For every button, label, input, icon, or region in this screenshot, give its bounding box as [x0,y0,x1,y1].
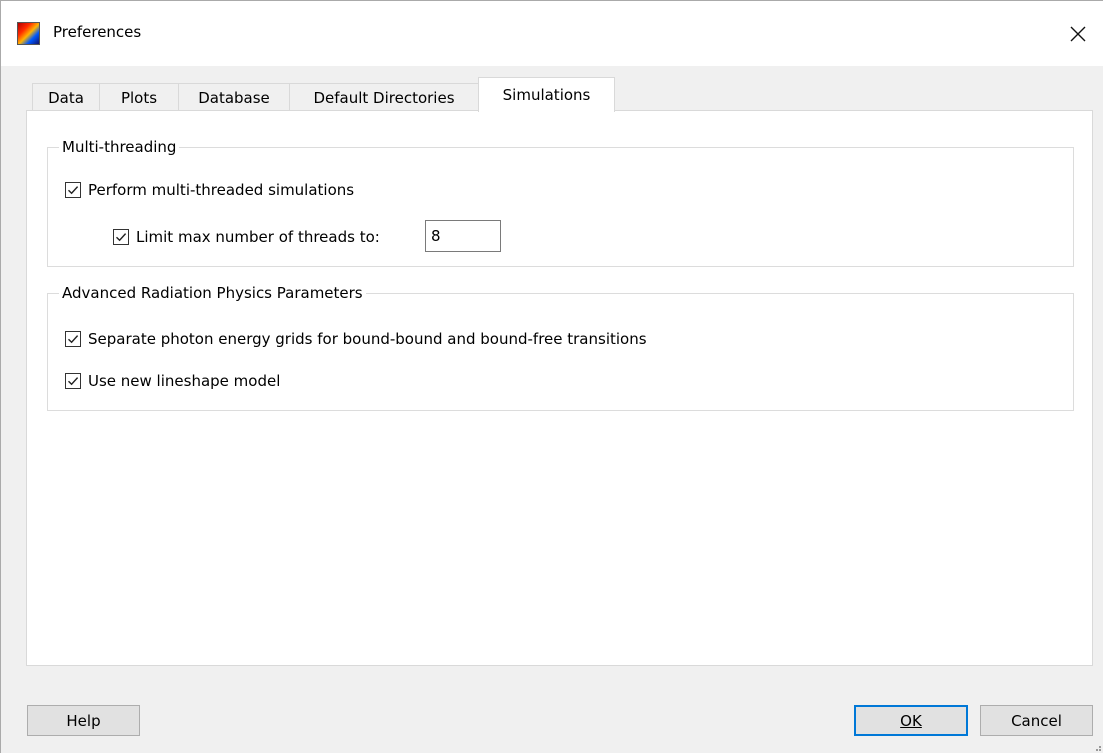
checkmark-icon [68,186,79,195]
checkmark-icon [68,335,79,344]
title-bar: Preferences [1,1,1103,66]
new-lineshape-label: Use new lineshape model [88,372,281,390]
limit-threads-label: Limit max number of threads to: [136,228,380,246]
separate-energy-grids-option[interactable]: Separate photon energy grids for bound-b… [65,330,647,348]
help-button[interactable]: Help [27,705,140,736]
close-icon [1070,26,1086,41]
tab-database[interactable]: Database [178,83,290,111]
window-title: Preferences [53,23,142,41]
simulations-panel: Multi-threading Perform multi-threaded s… [26,110,1093,666]
multithreading-group-title: Multi-threading [59,137,180,157]
perform-multithreaded-option[interactable]: Perform multi-threaded simulations [65,181,354,199]
new-lineshape-option[interactable]: Use new lineshape model [65,372,280,390]
perform-multithreaded-checkbox[interactable] [65,182,81,198]
preferences-dialog: Preferences Data Plots Database Default … [0,0,1103,753]
limit-threads-checkbox[interactable] [113,229,129,245]
checkmark-icon [116,233,127,242]
resize-grip-icon[interactable] [1091,741,1101,751]
cancel-button-label: Cancel [1011,711,1062,730]
ok-button-label: OK [900,711,922,730]
separate-energy-grids-checkbox[interactable] [65,331,81,347]
checkmark-icon [68,377,79,386]
tab-data[interactable]: Data [32,83,100,111]
app-icon [17,22,40,45]
multithreading-group: Multi-threading Perform multi-threaded s… [47,137,1074,267]
limit-threads-option[interactable]: Limit max number of threads to: [113,228,380,246]
tab-plots[interactable]: Plots [99,83,179,111]
tab-default-directories[interactable]: Default Directories [289,83,479,111]
new-lineshape-checkbox[interactable] [65,373,81,389]
cancel-button[interactable]: Cancel [980,705,1093,736]
max-threads-input[interactable]: 8 [425,220,501,252]
tab-simulations[interactable]: Simulations [478,77,615,112]
radiation-physics-group: Advanced Radiation Physics Parameters Se… [47,283,1074,411]
ok-button[interactable]: OK [854,705,968,736]
radiation-physics-group-title: Advanced Radiation Physics Parameters [59,283,366,303]
perform-multithreaded-label: Perform multi-threaded simulations [88,181,355,199]
separate-energy-grids-label: Separate photon energy grids for bound-b… [88,330,647,348]
close-button[interactable] [1052,1,1103,66]
